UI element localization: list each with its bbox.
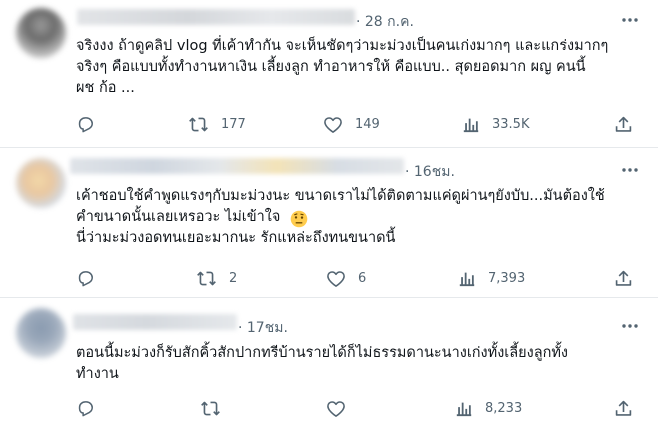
heart-icon [327,400,345,417]
like-count: 149 [355,116,380,132]
share-button[interactable] [614,398,633,418]
retweet-count: 2 [229,270,238,286]
retweet-button[interactable]: 177 [188,114,246,134]
post-timestamp[interactable]: · 16ชม. [405,161,455,183]
face-emoji [290,210,308,228]
views-icon [463,118,479,133]
reply-button[interactable] [76,114,107,134]
share-icon [615,116,632,132]
reply-icon [78,116,93,132]
more-dots-icon[interactable] [620,162,640,178]
post-text: จริงงง ถ้าดูคลิป vlog ที่เค้าทำกัน จะเห็… [76,38,609,96]
action-bar: 177 149 33.5K [76,114,636,134]
post-1[interactable]: · 28 ก.ค. จริงงง ถ้าดูคลิป vlog ที่เค้าท… [0,0,658,146]
avatar[interactable] [16,308,66,358]
share-button[interactable] [614,268,633,288]
retweet-icon [201,401,220,415]
share-icon [615,400,632,416]
retweet-icon [197,271,216,285]
reply-icon [78,400,93,416]
like-button[interactable]: 6 [326,268,366,288]
action-bar: 2 6 7,393 [76,268,636,288]
post-text: เค้าชอบใช้คำพูดแรงๆกับมะม่วงนะ ขนาดเราไม… [76,188,605,246]
views-count: 33.5K [492,116,530,132]
reply-button[interactable] [76,398,107,418]
retweet-count: 177 [221,116,246,132]
like-button[interactable]: 149 [323,114,380,134]
views-button[interactable]: 7,393 [458,268,525,288]
share-icon [615,270,632,286]
views-count: 7,393 [488,270,526,286]
views-button[interactable]: 8,233 [455,398,522,418]
more-dots-icon[interactable] [620,318,640,334]
author-name-redacted[interactable] [70,158,404,174]
more-dots-icon[interactable] [620,12,640,28]
action-bar: 8,233 [76,398,636,418]
heart-icon [324,116,342,133]
retweet-icon [189,117,208,131]
author-name-redacted[interactable] [73,314,237,330]
post-timestamp[interactable]: · 17ชม. [238,317,288,339]
like-button[interactable] [326,398,358,418]
avatar[interactable] [16,158,66,208]
author-name-redacted[interactable] [77,9,355,25]
like-count: 6 [358,270,367,286]
reply-button[interactable] [76,268,107,288]
reply-icon [78,270,93,286]
views-count: 8,233 [485,400,523,416]
post-2[interactable]: · 16ชม. เค้าชอบใช้คำพูดแรงๆกับมะม่วงนะ ข… [0,148,658,296]
share-button[interactable] [614,114,633,134]
heart-icon [327,270,345,287]
retweet-button[interactable]: 2 [196,268,237,288]
views-icon [456,402,472,417]
retweet-button[interactable] [200,398,233,418]
views-icon [459,272,475,287]
views-button[interactable]: 33.5K [462,114,529,134]
post-text: ตอนนี้มะม่วงก็รับสักคิ้วสักปากทรีบ้านราย… [76,345,568,382]
post-timestamp[interactable]: · 28 ก.ค. [356,11,414,33]
avatar[interactable] [16,8,66,58]
post-3[interactable]: · 17ชม. ตอนนี้มะม่วงก็รับสักคิ้วสักปากทร… [0,298,658,438]
